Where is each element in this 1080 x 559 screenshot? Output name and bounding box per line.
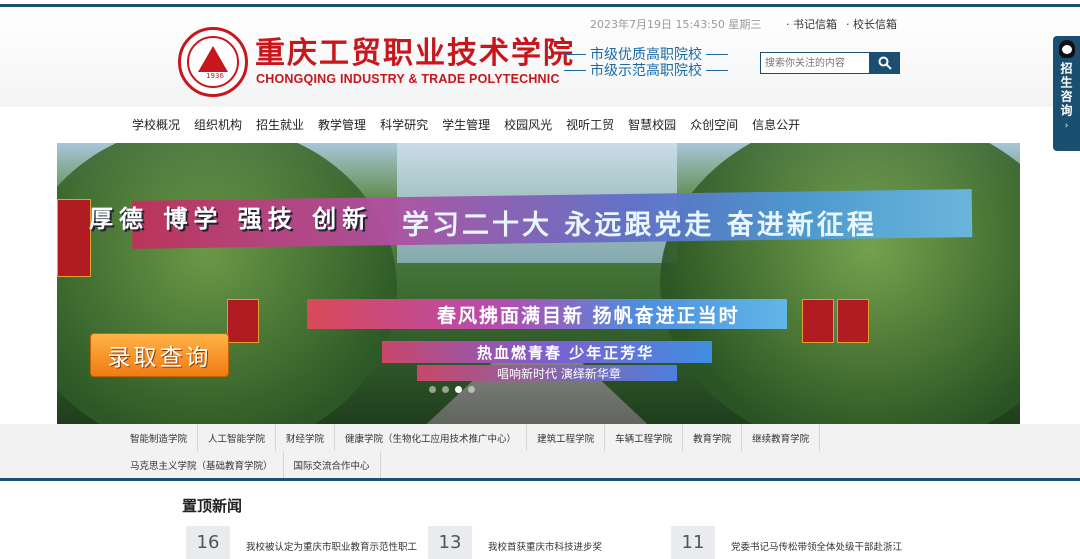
news-title[interactable]: 我校被认定为重庆市职业教育示范性职工: [246, 539, 417, 559]
secretary-mailbox-link[interactable]: · 书记信箱: [786, 16, 837, 32]
main-nav: 学校概况 组织机构 招生就业 教学管理 科学研究 学生管理 校园风光 视听工贸 …: [125, 116, 807, 133]
news-item[interactable]: 11 党委书记马传松带领全体处级干部赴浙江: [671, 526, 902, 559]
slide-dot[interactable]: [429, 386, 436, 393]
enrollment-query-button[interactable]: 录取查询: [90, 333, 229, 377]
nav-item-smart-campus[interactable]: 智慧校园: [621, 116, 683, 133]
news-item[interactable]: 13 我校首获重庆市科技进步奖: [428, 526, 602, 559]
school-name-cn[interactable]: 重庆工贸职业技术学院: [255, 28, 575, 72]
current-datetime: 2023年7月19日 15:43:50 星期三: [590, 18, 762, 31]
nav-item-campus[interactable]: 校园风光: [497, 116, 559, 133]
logo-year: 1936: [206, 72, 224, 80]
news-date: 11: [671, 526, 715, 559]
college-links-bar: 智能制造学院 人工智能学院 财经学院 健康学院（生物化工应用技术推广中心） 建筑…: [0, 424, 1080, 478]
nav-item-maker-space[interactable]: 众创空间: [683, 116, 745, 133]
qq-icon: [1058, 40, 1075, 58]
honor-text-2: 市级示范高职院校: [590, 63, 702, 79]
nav-item-about[interactable]: 学校概况: [125, 116, 187, 133]
college-link-health[interactable]: 健康学院（生物化工应用技术推广中心）: [335, 424, 528, 451]
campus-banner-main-text: 学习二十大 永远跟党走 奋进新征程: [402, 210, 877, 241]
college-link-marxism[interactable]: 马克思主义学院（基础教育学院）: [120, 451, 284, 478]
news-date: 13: [428, 526, 472, 559]
college-link-ai[interactable]: 人工智能学院: [198, 424, 277, 451]
slide-dot[interactable]: [468, 386, 475, 393]
nav-item-organization[interactable]: 组织机构: [187, 116, 249, 133]
president-mailbox-link[interactable]: · 校长信箱: [846, 16, 897, 32]
school-motto: 厚德 博学 强技 创新: [89, 204, 373, 233]
news-title[interactable]: 党委书记马传松带领全体处级干部赴浙江: [731, 539, 902, 559]
nav-item-students[interactable]: 学生管理: [435, 116, 497, 133]
campus-banner-2-text: 春风拂面满目新 扬帆奋进正当时: [437, 305, 740, 327]
college-link-continuing-education[interactable]: 继续教育学院: [742, 424, 821, 451]
search-button[interactable]: [870, 52, 900, 74]
section-divider: [0, 478, 1080, 481]
slide-dot[interactable]: [442, 386, 449, 393]
school-logo-icon[interactable]: 1936: [178, 27, 248, 97]
search-icon: [878, 56, 892, 70]
school-name-en: CHONGQING INDUSTRY & TRADE POLYTECHNIC: [256, 72, 560, 86]
college-link-finance[interactable]: 财经学院: [276, 424, 336, 451]
campus-banner-3-text: 热血燃青春 少年正芳华: [477, 344, 655, 362]
search-input[interactable]: [760, 52, 870, 74]
college-link-vehicle[interactable]: 车辆工程学院: [605, 424, 684, 451]
slide-indicator: [429, 386, 475, 393]
nav-item-research[interactable]: 科学研究: [373, 116, 435, 133]
pinned-news-heading: 置顶新闻: [182, 497, 243, 515]
campus-banner-4-text: 唱响新时代 演绎新华章: [497, 367, 621, 381]
admission-consult-label: 招生咨询: [1059, 62, 1073, 118]
news-title[interactable]: 我校首获重庆市科技进步奖: [488, 539, 602, 559]
nav-item-admission[interactable]: 招生就业: [249, 116, 311, 133]
college-link-intelligent-manufacturing[interactable]: 智能制造学院: [120, 424, 199, 451]
news-item[interactable]: 16 我校被认定为重庆市职业教育示范性职工: [186, 526, 417, 559]
honor-line-2: 市级示范高职院校: [560, 60, 732, 80]
college-link-international[interactable]: 国际交流合作中心: [284, 451, 381, 478]
admission-consult-tab[interactable]: 招生咨询 ›: [1053, 36, 1080, 151]
college-link-education[interactable]: 教育学院: [683, 424, 743, 451]
chevron-right-icon: ›: [1064, 121, 1069, 131]
college-link-construction[interactable]: 建筑工程学院: [527, 424, 606, 451]
slide-dot-active[interactable]: [455, 386, 462, 393]
news-date: 16: [186, 526, 230, 559]
nav-item-media[interactable]: 视听工贸: [559, 116, 621, 133]
hero-banner[interactable]: 厚德 博学 强技 创新 学习二十大 永远跟党走 奋进新征程 春风拂面满目新 扬帆…: [57, 143, 1020, 425]
nav-item-teaching[interactable]: 教学管理: [311, 116, 373, 133]
nav-item-info-disclosure[interactable]: 信息公开: [745, 116, 807, 133]
